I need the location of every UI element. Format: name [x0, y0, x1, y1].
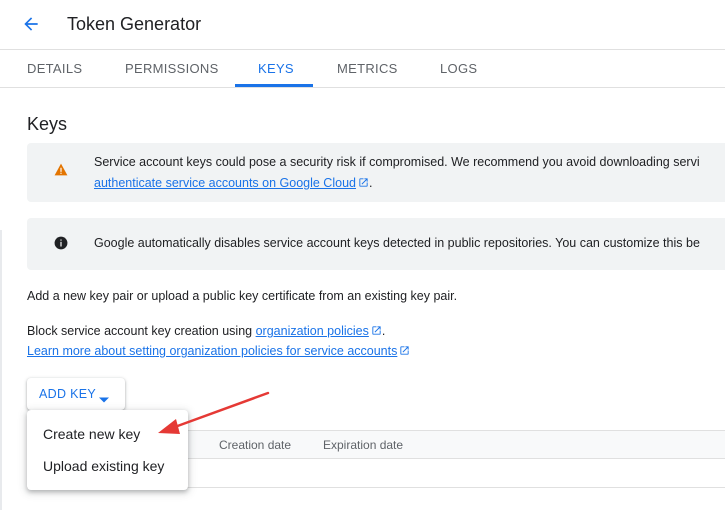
menu-item-create-new-key[interactable]: Create new key: [27, 418, 188, 450]
organization-policies-link[interactable]: organization policies: [256, 324, 369, 338]
external-link-icon: [358, 177, 369, 191]
learn-more-line: Learn more about setting organization po…: [27, 344, 410, 359]
app-header: Token Generator: [0, 0, 725, 50]
add-key-button[interactable]: ADD KEY: [27, 378, 125, 410]
tab-keys[interactable]: KEYS: [258, 50, 294, 87]
page-title: Token Generator: [67, 14, 202, 34]
add-key-menu: Create new key Upload existing key: [27, 410, 188, 490]
tab-permissions[interactable]: PERMISSIONS: [125, 50, 219, 87]
caret-down-icon: [99, 390, 109, 408]
tab-metrics[interactable]: METRICS: [337, 50, 398, 87]
external-link-icon: [371, 325, 382, 339]
arrow-back-icon: [21, 14, 41, 39]
tab-bar: DETAILS PERMISSIONS KEYS METRICS LOGS: [0, 50, 725, 88]
left-divider: [0, 230, 2, 510]
warning-suffix: .: [368, 176, 373, 190]
info-banner: Google automatically disables service ac…: [27, 218, 725, 270]
column-creation-date: Creation date: [219, 438, 292, 452]
warning-text-line2: authenticate service accounts on Google …: [94, 176, 372, 191]
info-text: Google automatically disables service ac…: [94, 236, 700, 250]
back-button[interactable]: [18, 13, 44, 39]
tab-details[interactable]: DETAILS: [27, 50, 82, 87]
block-prefix: Block service account key creation using: [27, 324, 256, 338]
section-title: Keys: [27, 114, 68, 134]
tab-logs[interactable]: LOGS: [440, 50, 477, 87]
warning-icon: [54, 163, 68, 181]
block-suffix: .: [381, 324, 386, 338]
authenticate-link[interactable]: authenticate service accounts on Google …: [94, 176, 356, 190]
active-tab-indicator: [235, 84, 313, 87]
warning-text: Service account keys could pose a securi…: [94, 155, 700, 169]
page: Token Generator DETAILS PERMISSIONS KEYS…: [0, 0, 725, 510]
menu-item-upload-existing-key[interactable]: Upload existing key: [27, 450, 188, 482]
block-creation-text: Block service account key creation using…: [27, 324, 385, 339]
intro-text: Add a new key pair or upload a public ke…: [27, 289, 458, 303]
add-key-label: ADD KEY: [39, 387, 96, 401]
info-icon: [54, 236, 68, 255]
learn-more-link[interactable]: Learn more about setting organization po…: [27, 344, 397, 358]
warning-banner: Service account keys could pose a securi…: [27, 143, 725, 202]
column-expiration-date: Expiration date: [323, 438, 404, 452]
external-link-icon: [399, 345, 410, 359]
